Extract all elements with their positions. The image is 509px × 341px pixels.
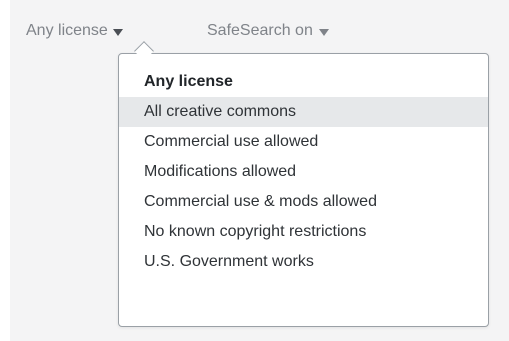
- license-filter-dropdown[interactable]: Any license: [26, 22, 123, 40]
- license-option-commercial-and-mods[interactable]: Commercial use & mods allowed: [119, 187, 488, 217]
- license-option-modifications[interactable]: Modifications allowed: [119, 157, 488, 187]
- safesearch-filter-label: SafeSearch on: [207, 22, 313, 39]
- license-option-us-government[interactable]: U.S. Government works: [119, 247, 488, 277]
- license-option-all-creative-commons[interactable]: All creative commons: [119, 97, 488, 127]
- caret-down-icon: [112, 28, 123, 36]
- license-option-no-known-restrictions[interactable]: No known copyright restrictions: [119, 217, 488, 247]
- license-option-commercial-use[interactable]: Commercial use allowed: [119, 127, 488, 157]
- license-dropdown-menu: Any license All creative commons Commerc…: [118, 53, 489, 327]
- safesearch-filter-dropdown[interactable]: SafeSearch on: [207, 22, 329, 40]
- license-filter-label: Any license: [26, 22, 108, 39]
- license-option-any[interactable]: Any license: [119, 67, 488, 97]
- license-options-list: Any license All creative commons Commerc…: [119, 67, 488, 277]
- caret-down-icon: [318, 28, 329, 36]
